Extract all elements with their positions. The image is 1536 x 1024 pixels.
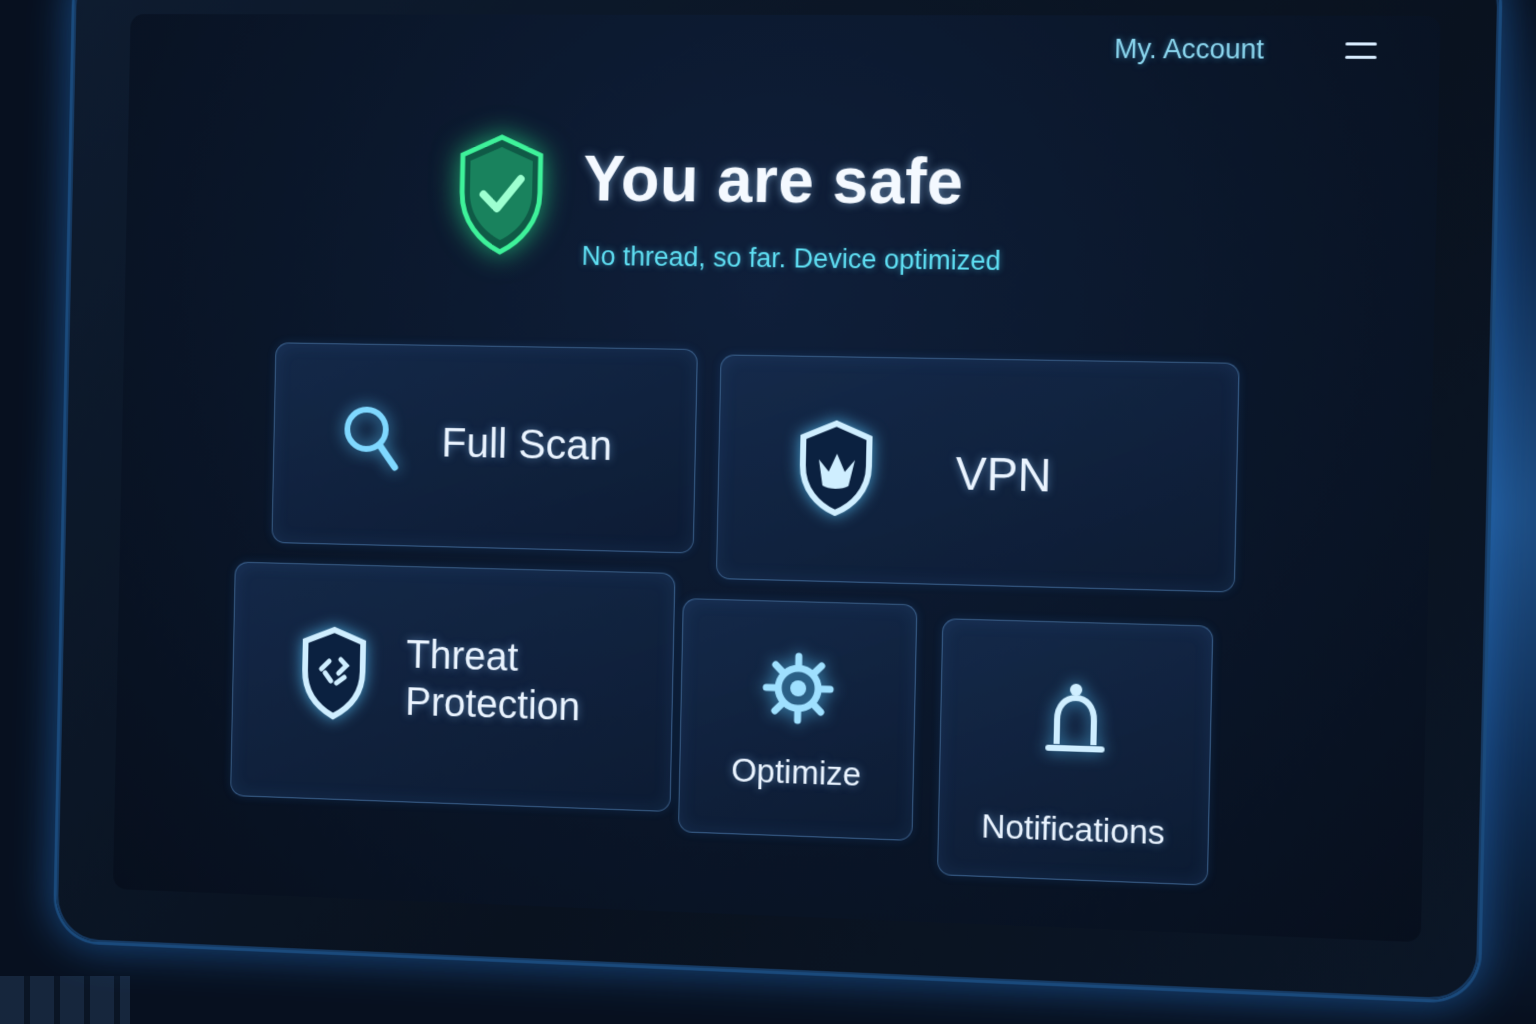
laptop-keyboard-edge — [0, 976, 130, 1024]
status-text: You are safe No thread, so far. Device o… — [581, 134, 1003, 277]
notifications-tile[interactable]: Notifications — [936, 618, 1214, 886]
threat-shield-icon — [299, 625, 368, 726]
status-title: You are safe — [582, 142, 965, 219]
protection-status: You are safe No thread, so far. Device o… — [455, 133, 1004, 277]
full-scan-tile[interactable]: Full Scan — [271, 342, 698, 554]
threat-protection-tile[interactable]: Threat Protection — [230, 561, 676, 813]
shield-icon — [796, 419, 876, 522]
full-scan-content: Full Scan — [341, 403, 613, 483]
vpn-label: VPN — [954, 446, 1053, 502]
gear-icon — [761, 651, 834, 730]
full-scan-label: Full Scan — [441, 418, 613, 469]
app-screen: My. Account You are safe No thread, so f… — [112, 14, 1441, 943]
notifications-label: Notifications — [980, 807, 1166, 852]
shield-check-icon — [455, 133, 547, 260]
vpn-content: VPN — [796, 419, 1053, 526]
hamburger-menu-icon[interactable] — [1345, 41, 1377, 59]
my-account-link[interactable]: My. Account — [1114, 34, 1264, 66]
scene: My. Account You are safe No thread, so f… — [0, 0, 1536, 1024]
notifications-content: Notifications — [939, 678, 1211, 854]
bell-icon — [1043, 681, 1106, 765]
top-bar: My. Account — [1114, 34, 1377, 66]
optimize-label: Optimize — [730, 751, 862, 793]
threat-label-line1: Threat — [405, 632, 519, 680]
search-icon — [341, 403, 402, 478]
status-subtitle: No thread, so far. Device optimized — [581, 240, 1002, 277]
threat-protection-label: Threat Protection — [405, 631, 582, 731]
threat-protection-content: Threat Protection — [299, 625, 582, 733]
vpn-tile[interactable]: VPN — [715, 354, 1240, 593]
optimize-tile[interactable]: Optimize — [677, 598, 918, 841]
optimize-content: Optimize — [680, 649, 915, 796]
threat-label-line2: Protection — [404, 679, 581, 729]
laptop-bezel: My. Account You are safe No thread, so f… — [55, 0, 1500, 1002]
